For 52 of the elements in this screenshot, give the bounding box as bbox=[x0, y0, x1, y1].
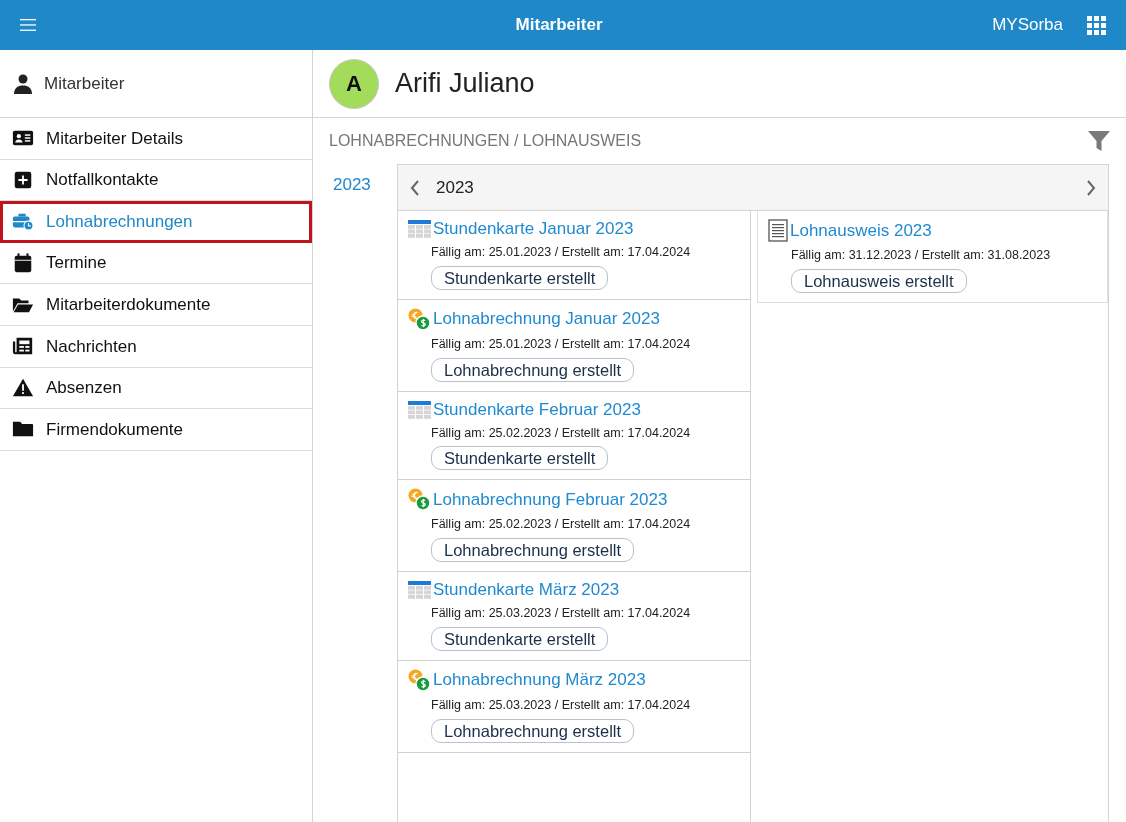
document-dates: Fällig am: 25.01.2023 / Erstellt am: 17.04.2024 bbox=[430, 335, 692, 353]
document-title[interactable]: Stundenkarte März 2023 bbox=[433, 580, 620, 600]
sidebar-item[interactable]: Lohnabrechnungen bbox=[0, 201, 312, 243]
calendar-icon bbox=[12, 252, 34, 275]
filter-icon[interactable] bbox=[1088, 130, 1110, 152]
status-badge: Stundenkarte erstellt bbox=[431, 446, 609, 471]
sidebar-item[interactable]: Mitarbeiterdokumente bbox=[0, 284, 312, 326]
sidebar-item[interactable]: Termine bbox=[0, 242, 312, 285]
status-badge: Lohnabrechnung erstellt bbox=[431, 538, 635, 562]
table-icon bbox=[408, 220, 431, 238]
status-badge: Stundenkarte erstellt bbox=[431, 626, 609, 651]
document-title[interactable]: Stundenkarte Januar 2023 bbox=[433, 219, 634, 239]
year-label: 2023 bbox=[436, 176, 475, 199]
employee-name: Arifi Juliano bbox=[395, 67, 535, 101]
coins-icon bbox=[408, 307, 431, 331]
status-badge: Lohnabrechnung erstellt bbox=[431, 357, 635, 382]
document-dates: Fällig am: 25.02.2023 / Erstellt am: 17.04.2024 bbox=[430, 516, 692, 534]
profile-label[interactable]: Mitarbeiter bbox=[44, 70, 125, 97]
document-title[interactable]: Lohnabrechnung Februar 2023 bbox=[433, 489, 668, 510]
next-chevron-icon[interactable] bbox=[1086, 179, 1096, 196]
previous-chevron-icon[interactable] bbox=[410, 179, 420, 196]
sidebar-item[interactable]: Notfallkontakte bbox=[0, 159, 312, 202]
document-title[interactable]: Lohnausweis 2023 bbox=[790, 220, 932, 241]
document-title[interactable]: Lohnabrechnung März 2023 bbox=[433, 670, 646, 691]
apps-grid-icon[interactable] bbox=[1087, 15, 1106, 35]
page-title: Mitarbeiter bbox=[515, 14, 603, 37]
sidebar-item[interactable]: Firmendokumente bbox=[0, 409, 312, 451]
document-dates: Fällig am: 31.12.2023 / Erstellt am: 31.08.2023 bbox=[790, 247, 1052, 264]
document-title[interactable]: Lohnabrechnung Januar 2023 bbox=[433, 309, 660, 330]
document-dates: Fällig am: 25.03.2023 / Erstellt am: 17.04.2024 bbox=[430, 696, 692, 714]
avatar: A bbox=[329, 58, 379, 109]
coins-icon bbox=[408, 668, 431, 692]
year-link[interactable]: 2023 bbox=[333, 172, 397, 198]
document-entry[interactable]: Lohnausweis 2023 Fällig am: 31.12.2023 / Erstellt am: 31.08.2023 Lohnausweis erstellt bbox=[757, 211, 1108, 303]
coins-icon bbox=[408, 488, 431, 512]
table-icon bbox=[408, 400, 431, 419]
document-icon bbox=[768, 219, 788, 242]
document-dates: Fällig am: 25.02.2023 / Erstellt am: 17.04.2024 bbox=[430, 424, 692, 442]
brand-link[interactable]: MYSorba bbox=[992, 12, 1063, 38]
table-icon bbox=[408, 581, 431, 599]
status-badge: Lohnausweis erstellt bbox=[791, 268, 967, 293]
document-dates: Fällig am: 25.01.2023 / Erstellt am: 17.04.2024 bbox=[430, 244, 692, 261]
document-title[interactable]: Stundenkarte Februar 2023 bbox=[433, 399, 641, 420]
document-dates: Fällig am: 25.03.2023 / Erstellt am: 17.04.2024 bbox=[430, 605, 692, 622]
person-icon bbox=[14, 73, 32, 94]
menu-icon[interactable] bbox=[20, 19, 36, 31]
sidebar-item[interactable]: Absenzen bbox=[0, 367, 312, 410]
status-badge: Lohnabrechnung erstellt bbox=[431, 718, 635, 743]
section-title: LOHNABRECHNUNGEN / LOHNAUSWEIS bbox=[329, 131, 642, 151]
status-badge: Stundenkarte erstellt bbox=[431, 265, 609, 290]
sidebar-item[interactable]: Mitarbeiter Details bbox=[0, 118, 312, 160]
sidebar-item[interactable]: Nachrichten bbox=[0, 325, 312, 368]
